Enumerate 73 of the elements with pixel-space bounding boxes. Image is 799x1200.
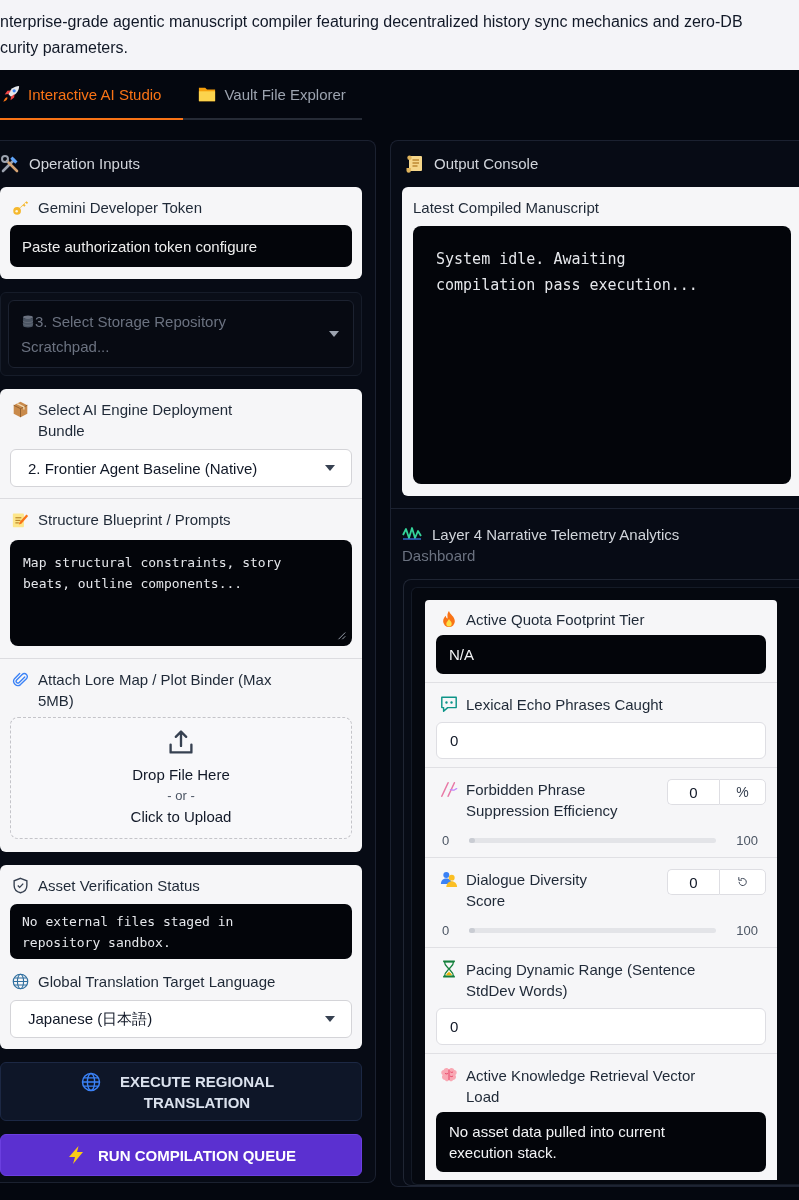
tab[interactable]: Vault File Explorer [183,70,362,120]
number-field[interactable]: 0 [667,779,719,805]
brain-icon [440,1066,458,1084]
resize-handle-icon[interactable] [337,631,346,640]
metric-label: Lexical Echo Phrases Caught [466,695,663,715]
status-message: No external files staged in repository sandbox. [10,904,352,959]
file-dropzone[interactable]: Drop File Here - or - Click to Upload [10,717,352,839]
key-icon [12,199,29,216]
tools-icon [0,154,20,174]
panel-title: Output Console [434,154,539,174]
slash-icon [440,780,458,798]
slider-fill[interactable] [469,927,476,933]
dropdown[interactable]: Japanese (日本語) [10,1000,352,1038]
field-label: Asset Verification Status [38,876,200,896]
globe-icon [12,973,29,990]
rocket-icon [2,85,20,103]
translate-button[interactable]: EXECUTE REGIONAL TRANSLATION [0,1062,362,1121]
metric-label: Active Quota Footprint Tier [466,610,645,630]
caret-icon [329,331,339,337]
people-icon [440,870,458,888]
package-icon [12,401,29,418]
dropdown[interactable]: 2. Frontier Agent Baseline (Native) [10,449,352,487]
slider-track[interactable] [469,927,717,933]
field-label: Gemini Developer Token [38,198,202,218]
metric-label: Pacing Dynamic Range (Sentence StdDev Words) [466,960,697,1001]
description-text: curity parameters. [0,38,129,58]
drop-text: Drop File Here [132,765,230,785]
reset-button[interactable] [719,869,766,895]
metric-label: Forbidden Phrase Suppression Efficiency [466,780,619,821]
field-label: Attach Lore Map / Plot Binder (Max 5MB) [38,670,273,711]
range-max-label: 100 [736,832,758,848]
upload-icon [168,729,194,755]
field-label: Structure Blueprint / Prompts [38,510,231,530]
fire-icon [440,610,458,628]
description-text: nterprise-grade agentic manuscript compiler featuring decentralized history sync mechanics and zero-DB [0,12,743,32]
metric-label: Dialogue Diversity Score [466,870,588,911]
folder-icon [198,85,217,103]
field-label: Global Translation Target Language [38,972,276,992]
metric-readout: N/A [436,635,766,674]
prompt-field[interactable]: Map structural constraints, story beats, outline components... [10,540,352,646]
globe-icon [81,1072,101,1092]
tab[interactable]: Interactive AI Studio [0,70,184,120]
memo-icon [12,511,29,528]
shield-icon [12,877,29,894]
scroll-icon [405,154,425,174]
token-field[interactable]: Paste authorization token configure [10,225,352,267]
section-title: Layer 4 Narrative Telemetry Analytics [432,525,680,543]
database-icon [21,314,35,329]
slider-track[interactable] [469,837,717,843]
panel-title: Operation Inputs [29,154,140,174]
range-min-label: 0 [442,922,450,938]
number-field[interactable]: 0 [436,722,766,759]
unit-label: % [719,779,766,805]
chat-icon [440,695,458,713]
field-label: Select AI Engine Deployment Bundle [38,400,234,441]
range-min-label: 0 [442,832,450,848]
number-field[interactable]: 0 [667,869,719,895]
run-button[interactable]: RUN COMPILATION QUEUE [0,1134,362,1176]
upload-prompt[interactable]: Click to Upload [130,806,232,827]
metric-label: Active Knowledge Retrieval Vector Load [466,1066,697,1107]
number-field[interactable]: 0 [436,1008,766,1045]
caret-icon [325,465,335,471]
range-max-label: 100 [736,922,758,938]
or-separator: - or - [167,787,195,805]
caret-icon [325,1016,335,1022]
slider-fill[interactable] [469,837,476,843]
hourglass-icon [440,960,458,978]
metric-readout: No asset data pulled into current execution stack. [436,1112,766,1172]
section-subtitle: Dashboard [401,546,477,566]
console-output: System idle. Awaiting compilation pass execution... [413,226,791,484]
paperclip-icon [12,671,29,688]
output-label: Latest Compiled Manuscript [413,198,600,218]
reset-icon [736,876,749,888]
